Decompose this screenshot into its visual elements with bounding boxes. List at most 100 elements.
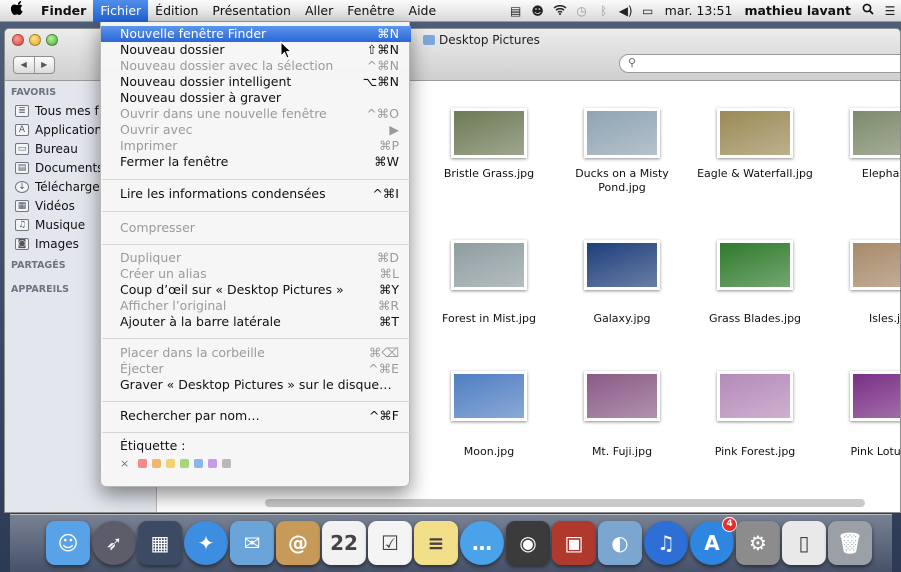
file-thumbnail[interactable] <box>850 108 900 158</box>
file-thumbnail[interactable] <box>584 108 660 158</box>
volume-icon[interactable]: ◀) <box>615 0 637 22</box>
menu-item-open-with[interactable]: Ouvrir avec ▶ <box>101 122 411 138</box>
file-name[interactable]: Moon.jpg <box>424 445 554 459</box>
wifi-icon[interactable] <box>549 0 571 22</box>
file-name[interactable]: Pink Forest.jpg <box>690 445 820 459</box>
sidebar-item-movies[interactable]: ▦ Vidéos <box>15 199 75 213</box>
system-preferences-icon[interactable]: ⚙ <box>736 521 780 565</box>
tag-purple-button[interactable] <box>208 459 218 468</box>
mail-icon[interactable]: ✉ <box>230 521 274 565</box>
file-name[interactable]: Ducks on a Misty Pond.jpg <box>557 167 687 195</box>
sidebar-item-all-files[interactable]: ≣ Tous mes f <box>15 104 99 118</box>
file-thumbnail[interactable] <box>850 371 900 421</box>
menu-item-get-info[interactable]: Lire les informations condensées ^⌘I <box>101 186 411 202</box>
remove-tag-button[interactable]: × <box>120 457 129 470</box>
calendar-icon[interactable]: 22 <box>322 521 366 565</box>
reminders-icon[interactable]: ☑ <box>368 521 412 565</box>
zoom-window-button[interactable] <box>46 34 58 46</box>
menu-item-burn-to-disc[interactable]: Graver « Desktop Pictures » sur le disqu… <box>101 377 411 393</box>
tag-red-button[interactable] <box>138 459 148 468</box>
file-thumbnail[interactable] <box>717 240 793 290</box>
notes-icon[interactable]: ≡ <box>414 521 458 565</box>
menu-edition[interactable]: Édition <box>148 0 205 22</box>
messages-icon[interactable]: … <box>460 521 504 565</box>
sidebar-item-applications[interactable]: A Application <box>15 123 102 137</box>
file-name[interactable]: Eagle & Waterfall.jpg <box>690 167 820 181</box>
file-name[interactable]: Galaxy.jpg <box>557 312 687 326</box>
script-icon[interactable]: ▤ <box>505 0 527 22</box>
battery-icon[interactable]: ▭ <box>637 0 659 22</box>
menu-item-new-folder-with-selection[interactable]: Nouveau dossier avec la sélection ^⌘N <box>101 58 411 74</box>
launchpad-icon[interactable]: ➶ <box>92 521 136 565</box>
menu-item-quick-look[interactable]: Coup d’œil sur « Desktop Pictures » ⌘Y <box>101 282 411 298</box>
finder-icon[interactable]: ☺ <box>46 521 90 565</box>
file-thumbnail[interactable] <box>451 371 527 421</box>
menu-item-eject[interactable]: Éjecter ^⌘E <box>101 361 411 377</box>
trash-icon[interactable]: 🗑 <box>828 521 872 565</box>
photo-booth-icon[interactable]: ▣ <box>552 521 596 565</box>
facetime-icon[interactable]: ◉ <box>506 521 550 565</box>
menu-item-new-folder[interactable]: Nouveau dossier ⇧⌘N <box>101 42 411 58</box>
menu-item-add-to-sidebar[interactable]: Ajouter à la barre latérale ⌘T <box>101 314 411 330</box>
app-store-icon[interactable]: A4 <box>690 517 737 565</box>
tag-green-button[interactable] <box>180 459 190 468</box>
back-button[interactable]: ◀ <box>14 57 34 73</box>
file-name[interactable]: Elephant. <box>823 167 900 181</box>
menu-item-print[interactable]: Imprimer ⌘P <box>101 138 411 154</box>
tag-gray-button[interactable] <box>222 459 232 468</box>
file-thumbnail[interactable] <box>717 108 793 158</box>
file-name[interactable]: Mt. Fuji.jpg <box>557 445 687 459</box>
tag-yellow-button[interactable] <box>166 459 176 468</box>
sidebar-item-documents[interactable]: ▤ Documents <box>15 161 103 175</box>
iphoto-icon[interactable]: ◐ <box>598 521 642 565</box>
file-name[interactable]: Bristle Grass.jpg <box>424 167 554 181</box>
document-icon[interactable]: ▯ <box>782 521 826 565</box>
search-field[interactable]: ⚲ <box>619 54 900 73</box>
close-window-button[interactable] <box>12 34 24 46</box>
spotlight-icon[interactable] <box>857 0 879 22</box>
forward-button[interactable]: ▶ <box>33 57 55 73</box>
menu-fenetre[interactable]: Fenêtre <box>340 0 401 22</box>
file-thumbnail[interactable] <box>451 108 527 158</box>
menu-item-duplicate[interactable]: Dupliquer ⌘D <box>101 250 411 266</box>
finder-extra-icon[interactable]: ☻ <box>527 0 549 22</box>
menu-item-new-smart-folder[interactable]: Nouveau dossier intelligent ⌥⌘N <box>101 74 411 90</box>
menu-item-find-by-name[interactable]: Rechercher par nom… ^⌘F <box>101 408 411 424</box>
safari-icon[interactable]: ✦ <box>184 521 228 565</box>
minimize-window-button[interactable] <box>29 34 41 46</box>
menu-presentation[interactable]: Présentation <box>205 0 298 22</box>
sidebar-item-pictures[interactable]: ◙ Images <box>15 237 79 251</box>
sidebar-item-downloads[interactable]: ↓ Télécharge <box>15 180 100 194</box>
file-name[interactable]: Pink Lotus Flc <box>823 445 900 459</box>
menu-finder[interactable]: Finder <box>34 0 93 22</box>
menu-item-new-finder-window[interactable]: Nouvelle fenêtre Finder ⌘N <box>101 26 411 42</box>
time-machine-icon[interactable]: ◷ <box>571 0 593 22</box>
horizontal-scrollbar[interactable] <box>265 499 865 507</box>
menu-aide[interactable]: Aide <box>402 0 444 22</box>
file-thumbnail[interactable] <box>717 371 793 421</box>
file-thumbnail[interactable] <box>584 240 660 290</box>
notification-center-icon[interactable]: ☰ <box>879 0 901 22</box>
tag-orange-button[interactable] <box>152 459 162 468</box>
menu-item-show-original[interactable]: Afficher l’original ⌘R <box>101 298 411 314</box>
menu-item-open-in-new-window[interactable]: Ouvrir dans une nouvelle fenêtre ^⌘O <box>101 106 411 122</box>
menu-item-close-window[interactable]: Fermer la fenêtre ⌘W <box>101 154 411 170</box>
file-name[interactable]: Forest in Mist.jpg <box>424 312 554 326</box>
clock[interactable]: mar. 13:51 <box>659 0 739 22</box>
file-thumbnail[interactable] <box>584 371 660 421</box>
bluetooth-icon[interactable]: ᛒ <box>593 0 615 22</box>
menu-item-make-alias[interactable]: Créer un alias ⌘L <box>101 266 411 282</box>
menu-fichier[interactable]: Fichier <box>93 0 149 22</box>
sidebar-item-desktop[interactable]: ▭ Bureau <box>15 142 78 156</box>
apple-menu-icon[interactable] <box>0 0 34 22</box>
sidebar-item-music[interactable]: ♫ Musique <box>15 218 85 232</box>
menu-aller[interactable]: Aller <box>298 0 340 22</box>
file-name[interactable]: Isles.jp <box>823 312 900 326</box>
menu-item-new-burn-folder[interactable]: Nouveau dossier à graver <box>101 90 411 106</box>
menu-item-move-to-trash[interactable]: Placer dans la corbeille ⌘⌫ <box>101 345 411 361</box>
menu-item-compress[interactable]: Compresser <box>101 220 411 236</box>
file-name[interactable]: Grass Blades.jpg <box>690 312 820 326</box>
contacts-icon[interactable]: @ <box>276 521 320 565</box>
mission-control-icon[interactable]: ▦ <box>138 521 182 565</box>
user-name[interactable]: mathieu lavant <box>738 0 857 22</box>
